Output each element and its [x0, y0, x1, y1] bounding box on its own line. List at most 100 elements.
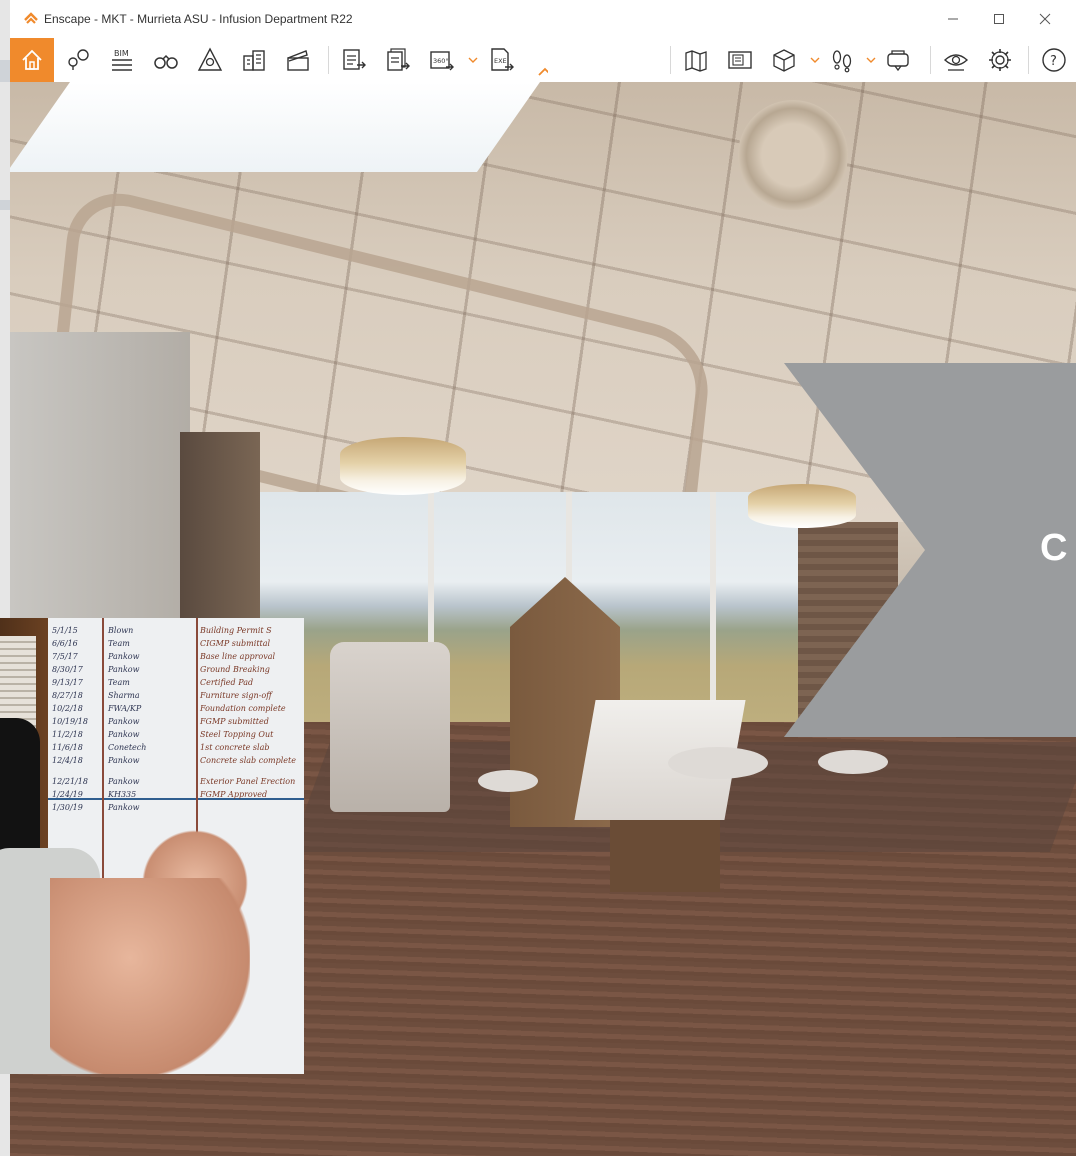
maximize-icon: [994, 14, 1004, 24]
minimap-icon: [728, 51, 752, 69]
panorama-dropdown-caret[interactable]: [468, 52, 478, 68]
whiteboard-who: Pankow: [108, 730, 140, 739]
stool: [818, 750, 888, 774]
whiteboard-task: Ground Breaking: [200, 665, 270, 674]
whiteboard-task: Furniture sign-off: [200, 691, 272, 700]
asset-library-button[interactable]: [766, 42, 802, 78]
whiteboard-task: 1st concrete slab: [200, 743, 270, 752]
whiteboard-date: 12/21/18: [52, 777, 88, 786]
batch-render-icon: [387, 48, 410, 71]
toolbar-separator: [930, 46, 931, 74]
whiteboard-date: 10/19/18: [52, 717, 88, 726]
title-bar: Enscape - MKT - Murrieta ASU - Infusion …: [10, 0, 1076, 38]
chevron-down-icon: [810, 57, 820, 63]
toolbar-separator: [1028, 46, 1029, 74]
sun-position-button[interactable]: [192, 42, 228, 78]
whiteboard-date: 6/6/16: [52, 639, 78, 648]
whiteboard-task: Base line approval: [200, 652, 276, 661]
bim-icon: BIM: [112, 49, 132, 71]
close-button[interactable]: [1022, 0, 1068, 38]
footsteps-icon: [832, 50, 852, 73]
minimap-button[interactable]: [722, 42, 758, 78]
background-strip: [0, 200, 10, 210]
whiteboard-date: 7/5/17: [52, 652, 78, 661]
recliner-chair: [330, 642, 450, 812]
chevron-down-icon: [866, 57, 876, 63]
whiteboard-date: 8/30/17: [52, 665, 83, 674]
video-editor-button[interactable]: [280, 42, 316, 78]
whiteboard-date: 1/30/19: [52, 803, 83, 812]
buildings-button[interactable]: [236, 42, 272, 78]
pendant-light: [748, 484, 856, 528]
whiteboard-date: 1/24/19: [52, 790, 83, 799]
chevron-up-icon: [538, 67, 548, 76]
window-title: Enscape - MKT - Murrieta ASU - Infusion …: [44, 12, 353, 26]
cube-icon: [773, 49, 795, 72]
batch-render-button[interactable]: [380, 42, 416, 78]
whiteboard-who: Pankow: [108, 803, 140, 812]
eye-settings-icon: [943, 54, 969, 71]
map-pin-views-icon: [68, 49, 89, 70]
close-icon: [1039, 13, 1051, 25]
whiteboard-task: FGMP submitted: [200, 717, 269, 726]
help-icon: ?: [1042, 48, 1066, 72]
whiteboard-date: 11/2/18: [52, 730, 83, 739]
svg-text:EXE: EXE: [494, 57, 507, 65]
whiteboard-date: 12/4/18: [52, 756, 83, 765]
panorama-360-icon: 360°: [430, 51, 454, 71]
export-exe-button[interactable]: EXE: [484, 42, 520, 78]
help-button[interactable]: ?: [1036, 42, 1072, 78]
whiteboard-date: 10/2/18: [52, 704, 83, 713]
whiteboard-date: 9/13/17: [52, 678, 83, 687]
svg-text:?: ?: [1050, 54, 1057, 69]
render-screenshot-button[interactable]: [336, 42, 372, 78]
whiteboard-date: 11/6/18: [52, 743, 83, 752]
ceiling-diffuser: [738, 100, 848, 210]
sun-position-icon: [197, 47, 223, 71]
map-icon: [685, 50, 707, 72]
views-button[interactable]: [60, 42, 96, 78]
whiteboard-task: Foundation complete: [200, 704, 286, 713]
panorama-button[interactable]: 360°: [424, 42, 460, 78]
whiteboard-who: Team: [108, 639, 130, 648]
minimize-icon: [948, 18, 958, 20]
chevron-down-icon: [468, 57, 478, 63]
whiteboard-task: CIGMP submittal: [200, 639, 271, 648]
maximize-button[interactable]: [976, 0, 1022, 38]
walk-dropdown-caret[interactable]: [866, 52, 876, 68]
home-icon: [22, 49, 42, 70]
whiteboard-task: Building Permit S: [200, 626, 272, 635]
walk-mode-button[interactable]: [824, 42, 860, 78]
stool: [478, 770, 538, 792]
whiteboard-task: Certified Pad: [200, 678, 254, 687]
whiteboard-date: 8/27/18: [52, 691, 83, 700]
video-editor-icon: [287, 50, 309, 71]
pendant-light: [340, 437, 466, 495]
collapse-toolbar-button[interactable]: [538, 64, 548, 80]
visual-settings-button[interactable]: [938, 42, 974, 78]
buildings-icon: [243, 50, 265, 71]
vr-headset-button[interactable]: [880, 42, 916, 78]
home-button[interactable]: [10, 38, 54, 82]
binoculars-button[interactable]: [148, 42, 184, 78]
whiteboard-who: Pankow: [108, 756, 140, 765]
whiteboard-date: 5/1/15: [52, 626, 78, 635]
asset-dropdown-caret[interactable]: [810, 52, 820, 68]
webcam-inset: 5/1/15 Blown Building Permit S 6/6/16 Team CI…: [0, 618, 304, 1074]
whiteboard-who: Team: [108, 678, 130, 687]
whiteboard-task: Steel Topping Out: [200, 730, 274, 739]
gear-icon: [989, 49, 1011, 71]
hand: [50, 878, 250, 1074]
map-button[interactable]: [678, 42, 714, 78]
stool: [668, 747, 768, 779]
whiteboard-who: Blown: [108, 626, 134, 635]
minimize-button[interactable]: [930, 0, 976, 38]
main-toolbar: BIM 360° EXE ?: [10, 38, 1076, 83]
svg-text:360°: 360°: [433, 57, 449, 65]
settings-button[interactable]: [982, 42, 1018, 78]
bim-button[interactable]: BIM: [104, 42, 140, 78]
whiteboard-who: Pankow: [108, 652, 140, 661]
whiteboard-who: FWA/KP: [108, 704, 142, 713]
render-screenshot-icon: [343, 49, 366, 70]
whiteboard-task: FGMP Approved: [200, 790, 268, 799]
